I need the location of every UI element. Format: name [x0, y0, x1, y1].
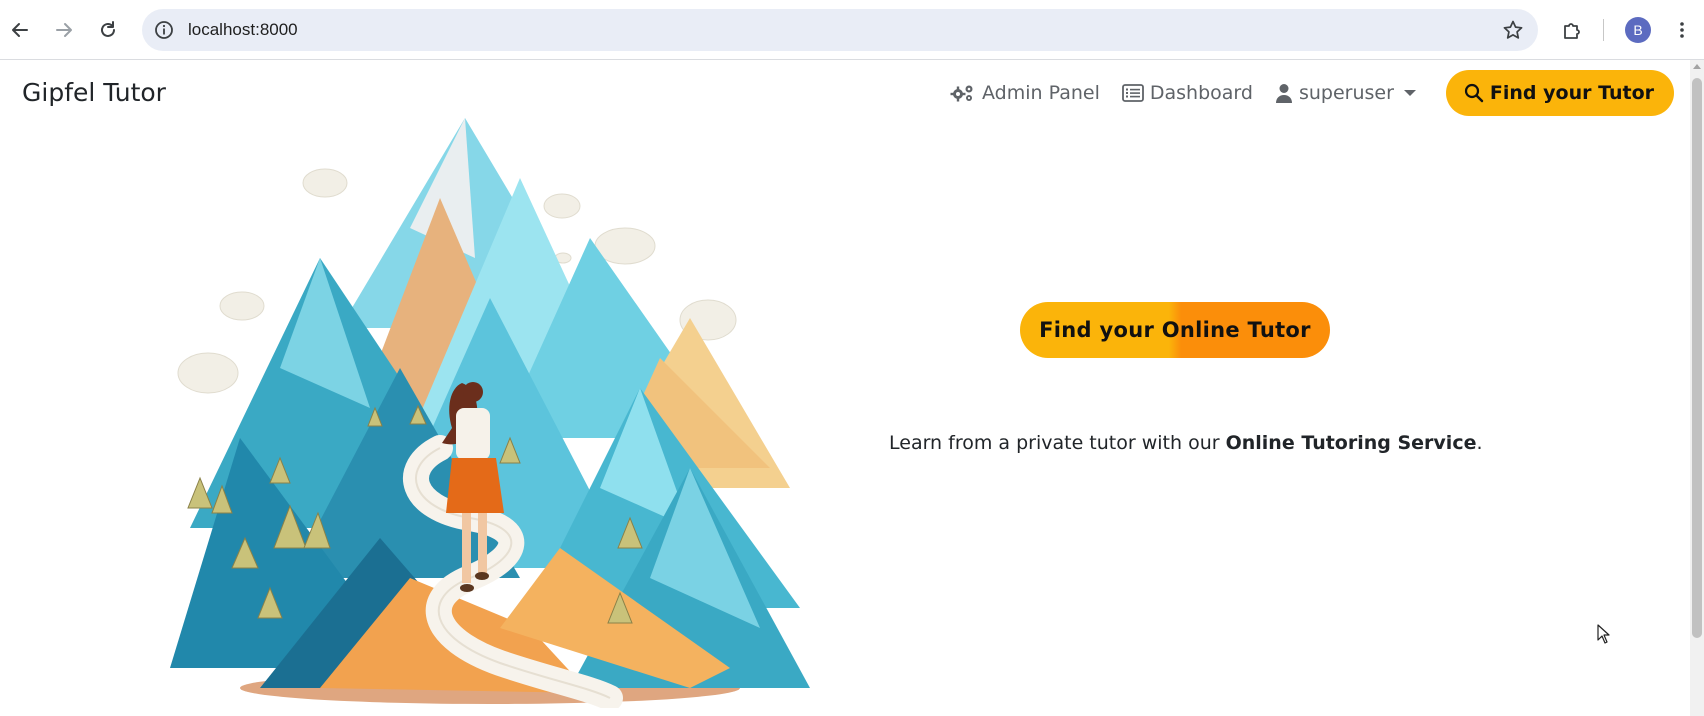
arrow-right-icon	[56, 23, 72, 37]
url-text[interactable]: localhost:8000	[188, 20, 298, 40]
browser-menu-button[interactable]	[1664, 12, 1700, 48]
scrollbar-thumb[interactable]	[1692, 78, 1702, 638]
address-bar[interactable]: localhost:8000	[142, 9, 1538, 51]
extensions-button[interactable]	[1554, 12, 1590, 48]
find-tutor-label: Find your Tutor	[1489, 82, 1654, 104]
top-navigation: Admin Panel Dashboard superuser Find you…	[950, 70, 1674, 116]
tagline-suffix: .	[1476, 432, 1483, 454]
gears-icon	[950, 85, 973, 102]
user-name: superuser	[1298, 82, 1394, 104]
nav-admin-panel[interactable]: Admin Panel	[950, 82, 1100, 104]
puzzle-icon	[1564, 23, 1580, 39]
kebab-menu-icon	[1680, 22, 1684, 38]
user-icon	[1275, 84, 1292, 103]
info-icon[interactable]	[154, 20, 174, 40]
browser-toolbar: localhost:8000 B	[0, 0, 1704, 60]
chevron-down-icon	[1403, 90, 1416, 96]
scroll-up-arrow-icon[interactable]	[1693, 64, 1701, 69]
profile-avatar[interactable]: B	[1625, 17, 1651, 43]
nav-dashboard[interactable]: Dashboard	[1121, 82, 1253, 104]
nav-admin-panel-label: Admin Panel	[982, 82, 1100, 104]
star-icon[interactable]	[1502, 19, 1524, 41]
user-dropdown[interactable]: superuser	[1275, 82, 1416, 104]
tagline-highlight: Online Tutoring Service	[1225, 432, 1477, 454]
reload-button[interactable]	[90, 12, 126, 48]
nav-dashboard-label: Dashboard	[1149, 82, 1253, 104]
page-scrollbar[interactable]	[1690, 60, 1704, 716]
reload-icon	[101, 21, 115, 37]
search-icon	[1464, 83, 1484, 103]
arrow-left-icon	[12, 23, 28, 37]
find-online-tutor-button[interactable]: Find your Online Tutor	[1020, 302, 1330, 358]
tagline-prefix: Learn from a private tutor with our	[889, 432, 1226, 454]
hero-tagline: Learn from a private tutor with our Onli…	[889, 432, 1483, 454]
forward-button[interactable]	[46, 12, 82, 48]
mountain-hiker-illustration	[170, 118, 810, 708]
find-tutor-button[interactable]: Find your Tutor	[1445, 70, 1674, 116]
toolbar-divider	[1603, 19, 1604, 41]
page-content: Gipfel Tutor Admin Panel Dashboard super…	[0, 60, 1690, 716]
site-brand[interactable]: Gipfel Tutor	[22, 78, 166, 107]
mouse-pointer-icon	[1597, 624, 1610, 644]
back-button[interactable]	[2, 12, 38, 48]
list-icon	[1121, 84, 1144, 102]
